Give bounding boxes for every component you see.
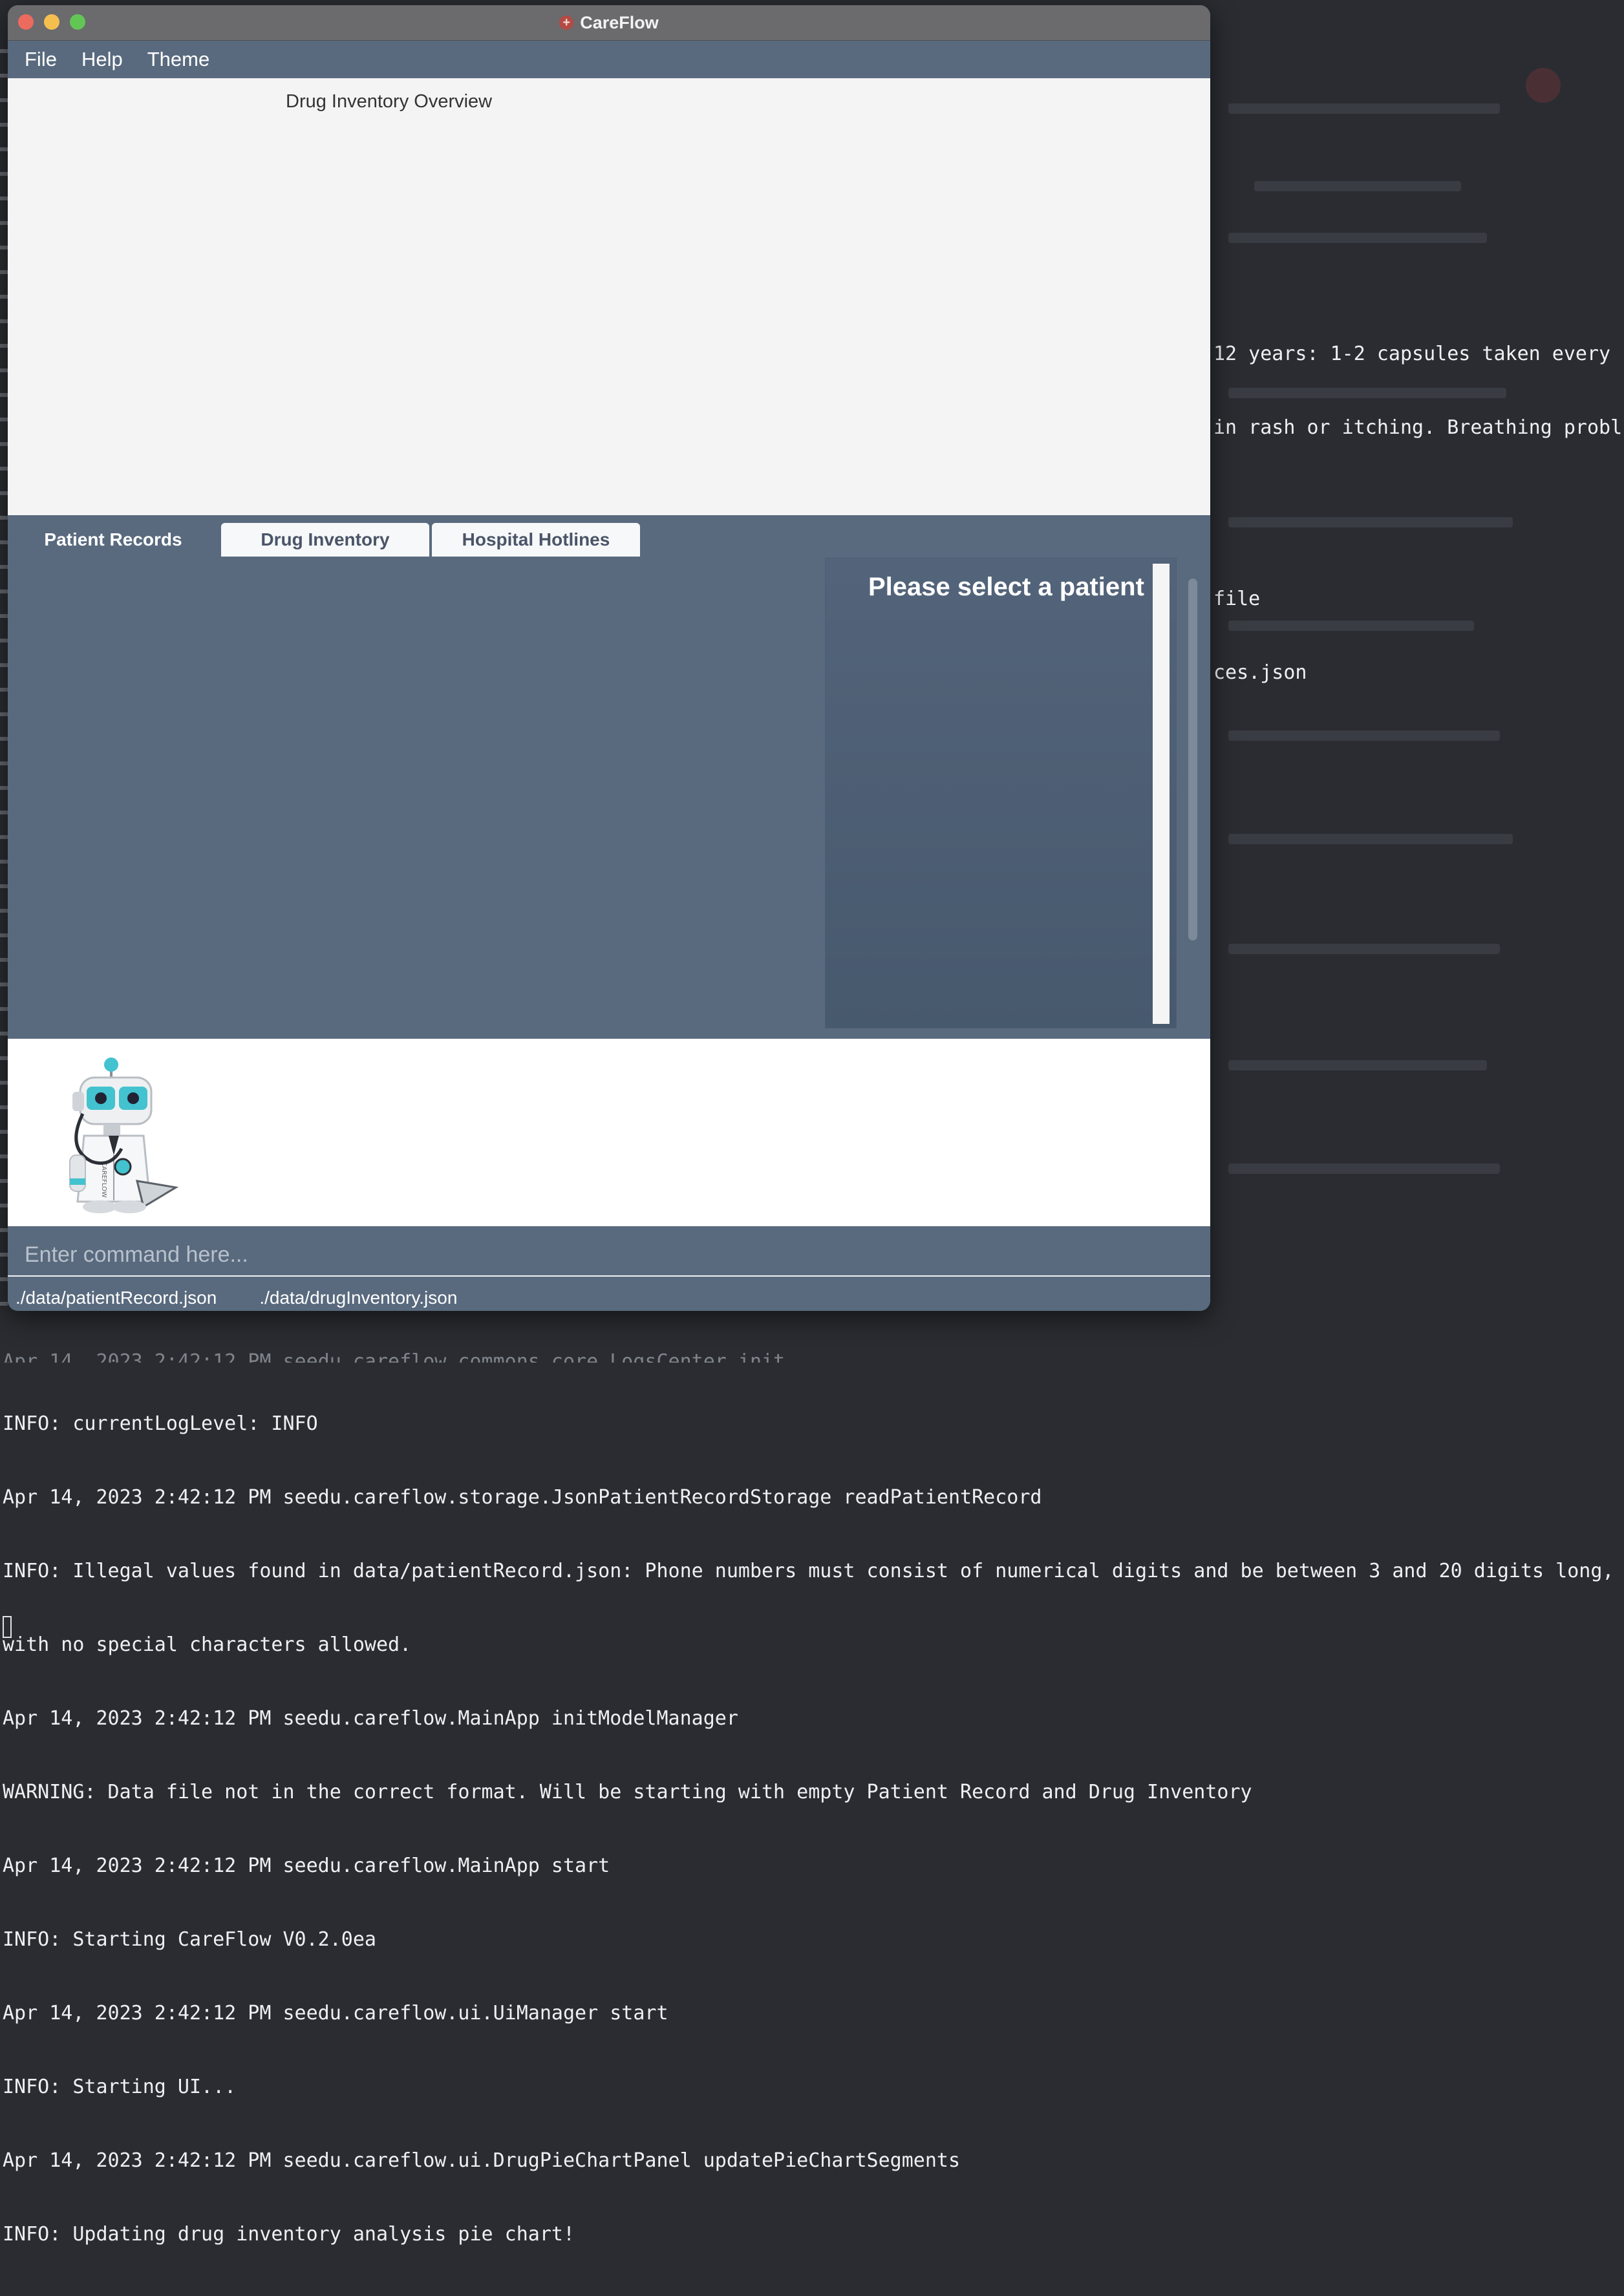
terminal-line: WARNING: Data file not in the correct fo… (3, 1781, 1252, 1803)
command-box (8, 1226, 1210, 1283)
terminal-line: INFO: Updating drug inventory analysis p… (3, 2223, 575, 2246)
red-cross-icon: + (559, 16, 574, 30)
careflow-robot-mascot-icon: CAREFLOW (69, 1058, 179, 1213)
terminal-log: Apr 14, 2023 2:42:12 PM seedu.careflow.c… (3, 1312, 1619, 2296)
terminal-line: file (1213, 588, 1261, 610)
menu-file[interactable]: File (25, 48, 57, 71)
tab-drug-inventory[interactable]: Drug Inventory (221, 523, 429, 557)
drug-inventory-file-path: ./data/drugInventory.json (259, 1288, 458, 1308)
menu-help[interactable]: Help (81, 48, 123, 71)
terminal-line: Apr 14, 2023 2:42:12 PM seedu.careflow.s… (3, 1486, 1042, 1509)
panel-scrollbar-thumb[interactable] (1188, 579, 1197, 941)
window-title: CareFlow (580, 12, 659, 32)
terminal-gutter (0, 39, 8, 1306)
terminal-line: INFO: currentLogLevel: INFO (3, 1412, 318, 1435)
terminal-line: Apr 14, 2023 2:42:12 PM seedu.careflow.M… (3, 1707, 738, 1730)
terminal-side-text: 12 years: 1-2 capsules taken every in ra… (1213, 293, 1622, 489)
terminal-cursor (3, 1616, 12, 1638)
terminal-line: INFO: Starting UI... (3, 2076, 237, 2098)
result-display: CAREFLOW (8, 1039, 1210, 1226)
terminal-line: Apr 14, 2023 2:42:12 PM seedu.careflow.u… (3, 2149, 961, 2172)
mascot-coat-text: CAREFLOW (100, 1162, 107, 1198)
terminal-line: ces.json (1213, 661, 1307, 684)
blurred-text (1228, 944, 1500, 954)
select-patient-message: Please select a patient (868, 573, 1144, 601)
patient-record-file-path: ./data/patientRecord.json (16, 1288, 217, 1308)
drug-inventory-pie-chart: Drug Inventory Overview (8, 78, 1210, 515)
menu-theme[interactable]: Theme (147, 48, 209, 71)
menu-bar: File Help Theme (8, 41, 1210, 78)
terminal-line: Apr 14, 2023 2:42:12 PM seedu.careflow.M… (3, 1855, 610, 1877)
tab-patient-records[interactable]: Patient Records (8, 523, 219, 557)
blurred-text (1228, 233, 1487, 243)
command-input[interactable] (8, 1234, 1210, 1277)
window-title-group: + CareFlow (8, 5, 1210, 40)
patient-list[interactable] (8, 557, 824, 1034)
terminal-side-text: file ces.json (1213, 538, 1307, 734)
terminal-line: in rash or itching. Breathing probl (1213, 416, 1623, 439)
divider (8, 1034, 1210, 1039)
patient-records-panel: Please select a patient (8, 557, 1210, 1034)
blurred-text (1228, 1164, 1500, 1174)
tab-bar: Patient Records Drug Inventory Hospital … (8, 515, 1210, 557)
blurred-text (1228, 103, 1500, 114)
blurred-text (1254, 181, 1461, 191)
tab-hospital-hotlines[interactable]: Hospital Hotlines (432, 523, 640, 557)
careflow-window: + CareFlow File Help Theme Drug Inventor… (8, 5, 1210, 1311)
detail-scrollbar[interactable] (1153, 564, 1170, 1024)
status-bar: ./data/patientRecord.json ./data/drugInv… (8, 1283, 1210, 1311)
terminal-line: INFO: Illegal values found in data/patie… (3, 1560, 1614, 1582)
terminal-line: Apr 14, 2023 2:42:12 PM seedu.careflow.c… (3, 1350, 785, 1363)
blurred-text (1228, 834, 1513, 844)
blurred-text (1228, 517, 1513, 527)
terminal-line: INFO: Starting CareFlow V0.2.0ea (3, 1928, 376, 1951)
title-bar[interactable]: + CareFlow (8, 5, 1210, 41)
terminal-line: with no special characters allowed. (3, 1633, 412, 1656)
terminal-line: Apr 14, 2023 2:42:12 PM seedu.careflow.u… (3, 2002, 668, 2025)
chart-title: Drug Inventory Overview (286, 91, 493, 112)
blurred-window-decoration (1526, 68, 1561, 103)
terminal-line: 12 years: 1-2 capsules taken every (1213, 343, 1611, 365)
blurred-text (1228, 1060, 1487, 1070)
patient-detail-panel: Please select a patient (825, 558, 1177, 1028)
